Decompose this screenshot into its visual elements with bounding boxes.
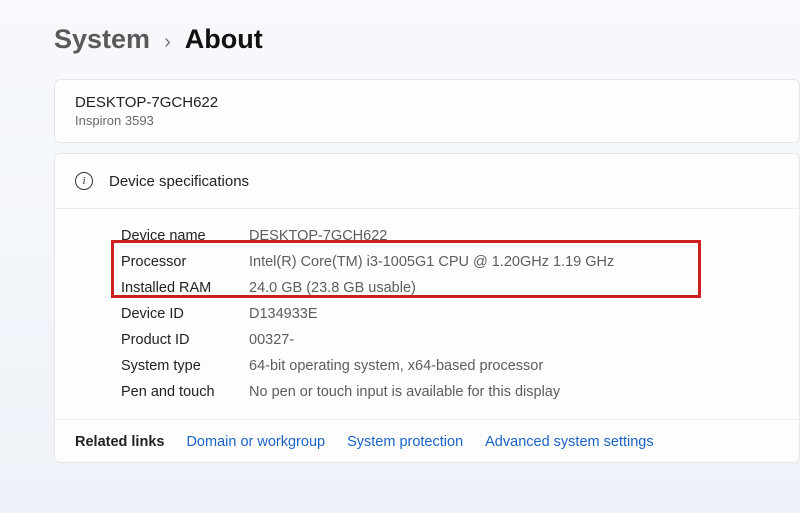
spec-row-system-type: System type 64-bit operating system, x64…	[121, 353, 779, 379]
spec-row-ram: Installed RAM 24.0 GB (23.8 GB usable)	[121, 275, 779, 301]
spec-label: Pen and touch	[121, 384, 249, 400]
spec-label: Device ID	[121, 306, 249, 322]
link-domain-or-workgroup[interactable]: Domain or workgroup	[186, 434, 325, 450]
breadcrumb-parent[interactable]: System	[54, 24, 150, 55]
device-specifications-title: Device specifications	[109, 173, 249, 190]
related-links-label: Related links	[75, 434, 164, 450]
device-name: DESKTOP-7GCH622	[75, 94, 779, 111]
chevron-right-icon: ›	[164, 31, 171, 54]
related-links-row: Related links Domain or workgroup System…	[55, 419, 799, 450]
breadcrumb: System › About	[54, 24, 800, 55]
device-specifications-card: i Device specifications Device name DESK…	[54, 153, 800, 463]
spec-value: Intel(R) Core(TM) i3-1005G1 CPU @ 1.20GH…	[249, 254, 614, 270]
spec-value: No pen or touch input is available for t…	[249, 384, 560, 400]
spec-label: Installed RAM	[121, 280, 249, 296]
spec-row-device-id: Device ID D134933E	[121, 301, 779, 327]
spec-label: Processor	[121, 254, 249, 270]
spec-value: 64-bit operating system, x64-based proce…	[249, 358, 543, 374]
spec-row-product-id: Product ID 00327-	[121, 327, 779, 353]
device-card[interactable]: DESKTOP-7GCH622 Inspiron 3593	[54, 79, 800, 143]
spec-label: Device name	[121, 228, 249, 244]
link-system-protection[interactable]: System protection	[347, 434, 463, 450]
spec-row-pen-touch: Pen and touch No pen or touch input is a…	[121, 379, 779, 405]
spec-value: 24.0 GB (23.8 GB usable)	[249, 280, 416, 296]
device-model: Inspiron 3593	[75, 113, 779, 128]
spec-value: 00327-	[249, 332, 294, 348]
breadcrumb-current: About	[185, 24, 263, 55]
link-advanced-system-settings[interactable]: Advanced system settings	[485, 434, 653, 450]
spec-value: DESKTOP-7GCH622	[249, 228, 387, 244]
device-specifications-table: Device name DESKTOP-7GCH622 Processor In…	[55, 209, 799, 409]
spec-label: Product ID	[121, 332, 249, 348]
spec-row-device-name: Device name DESKTOP-7GCH622	[121, 223, 779, 249]
spec-label: System type	[121, 358, 249, 374]
info-icon: i	[75, 172, 93, 190]
spec-value: D134933E	[249, 306, 318, 322]
device-specifications-header[interactable]: i Device specifications	[55, 172, 799, 209]
spec-row-processor: Processor Intel(R) Core(TM) i3-1005G1 CP…	[121, 249, 779, 275]
